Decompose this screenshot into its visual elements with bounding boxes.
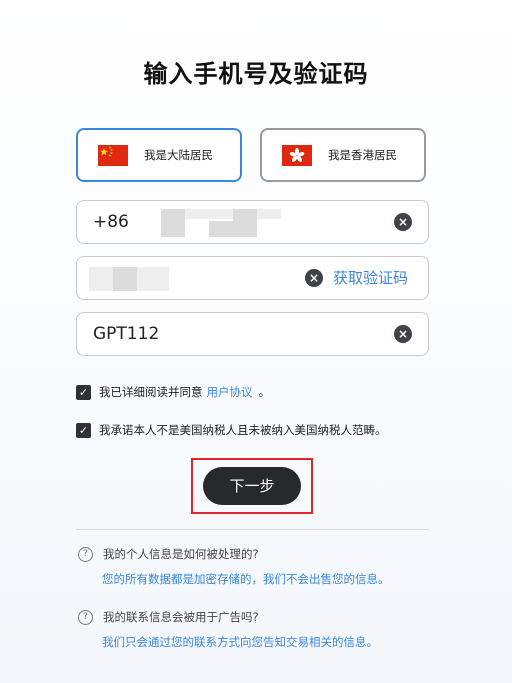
help-icon: ? xyxy=(78,546,93,562)
clear-icon[interactable]: × xyxy=(394,325,412,343)
faq-answer-1: 您的所有数据都是加密存储的，我们不会出售您的信息。 xyxy=(102,572,390,586)
clear-icon[interactable]: × xyxy=(305,269,323,287)
terms-agreement-text: 我已详细阅读并同意 xyxy=(99,385,203,399)
faq-question-2: ? 我的联系信息会被用于广告吗? xyxy=(78,609,259,625)
page: 输入手机号及验证码 我是大陆居民 我是香港居民 +86 × × 获取验证码 GP… xyxy=(0,0,512,683)
hongkong-resident-button[interactable]: 我是香港居民 xyxy=(260,128,426,182)
terms-agreement-row: ✓ 我已详细阅读并同意 用户协议 。 xyxy=(76,384,270,400)
invite-code-input[interactable]: GPT112 × xyxy=(76,312,429,356)
verification-code-input[interactable]: × 获取验证码 xyxy=(76,256,429,300)
help-icon: ? xyxy=(78,609,93,625)
hongkong-flag-icon xyxy=(282,144,312,166)
clear-icon[interactable]: × xyxy=(394,213,412,231)
invite-code-value: GPT112 xyxy=(93,324,160,344)
faq-question-text: 我的个人信息是如何被处理的? xyxy=(103,547,259,561)
tax-declaration-row: ✓ 我承诺本人不是美国纳税人且未被纳入美国纳税人范畴。 xyxy=(76,422,387,438)
check-icon[interactable]: ✓ xyxy=(76,422,91,438)
tax-declaration-text: 我承诺本人不是美国纳税人且未被纳入美国纳税人范畴。 xyxy=(99,423,387,437)
mainland-resident-button[interactable]: 我是大陆居民 xyxy=(76,128,242,182)
next-button[interactable]: 下一步 xyxy=(203,467,301,505)
china-flag-icon xyxy=(98,144,128,166)
check-icon[interactable]: ✓ xyxy=(76,384,91,400)
hongkong-resident-label: 我是香港居民 xyxy=(328,148,397,162)
user-agreement-link[interactable]: 用户协议 xyxy=(207,384,253,400)
phone-number-redacted xyxy=(209,221,233,237)
mainland-resident-label: 我是大陆居民 xyxy=(144,148,213,162)
page-title: 输入手机号及验证码 xyxy=(143,60,369,88)
divider xyxy=(76,529,429,530)
phone-number-redacted xyxy=(161,209,185,237)
get-code-button[interactable]: 获取验证码 xyxy=(333,267,408,288)
phone-number-redacted xyxy=(233,209,257,237)
phone-prefix: +86 xyxy=(93,212,129,232)
phone-input[interactable]: +86 × xyxy=(76,200,429,244)
terms-agreement-end: 。 xyxy=(258,385,271,399)
code-redacted xyxy=(113,267,137,291)
faq-answer-2: 我们只会通过您的联系方式向您告知交易相关的信息。 xyxy=(102,635,378,649)
faq-question-text: 我的联系信息会被用于广告吗? xyxy=(103,610,259,624)
faq-question-1: ? 我的个人信息是如何被处理的? xyxy=(78,546,259,562)
